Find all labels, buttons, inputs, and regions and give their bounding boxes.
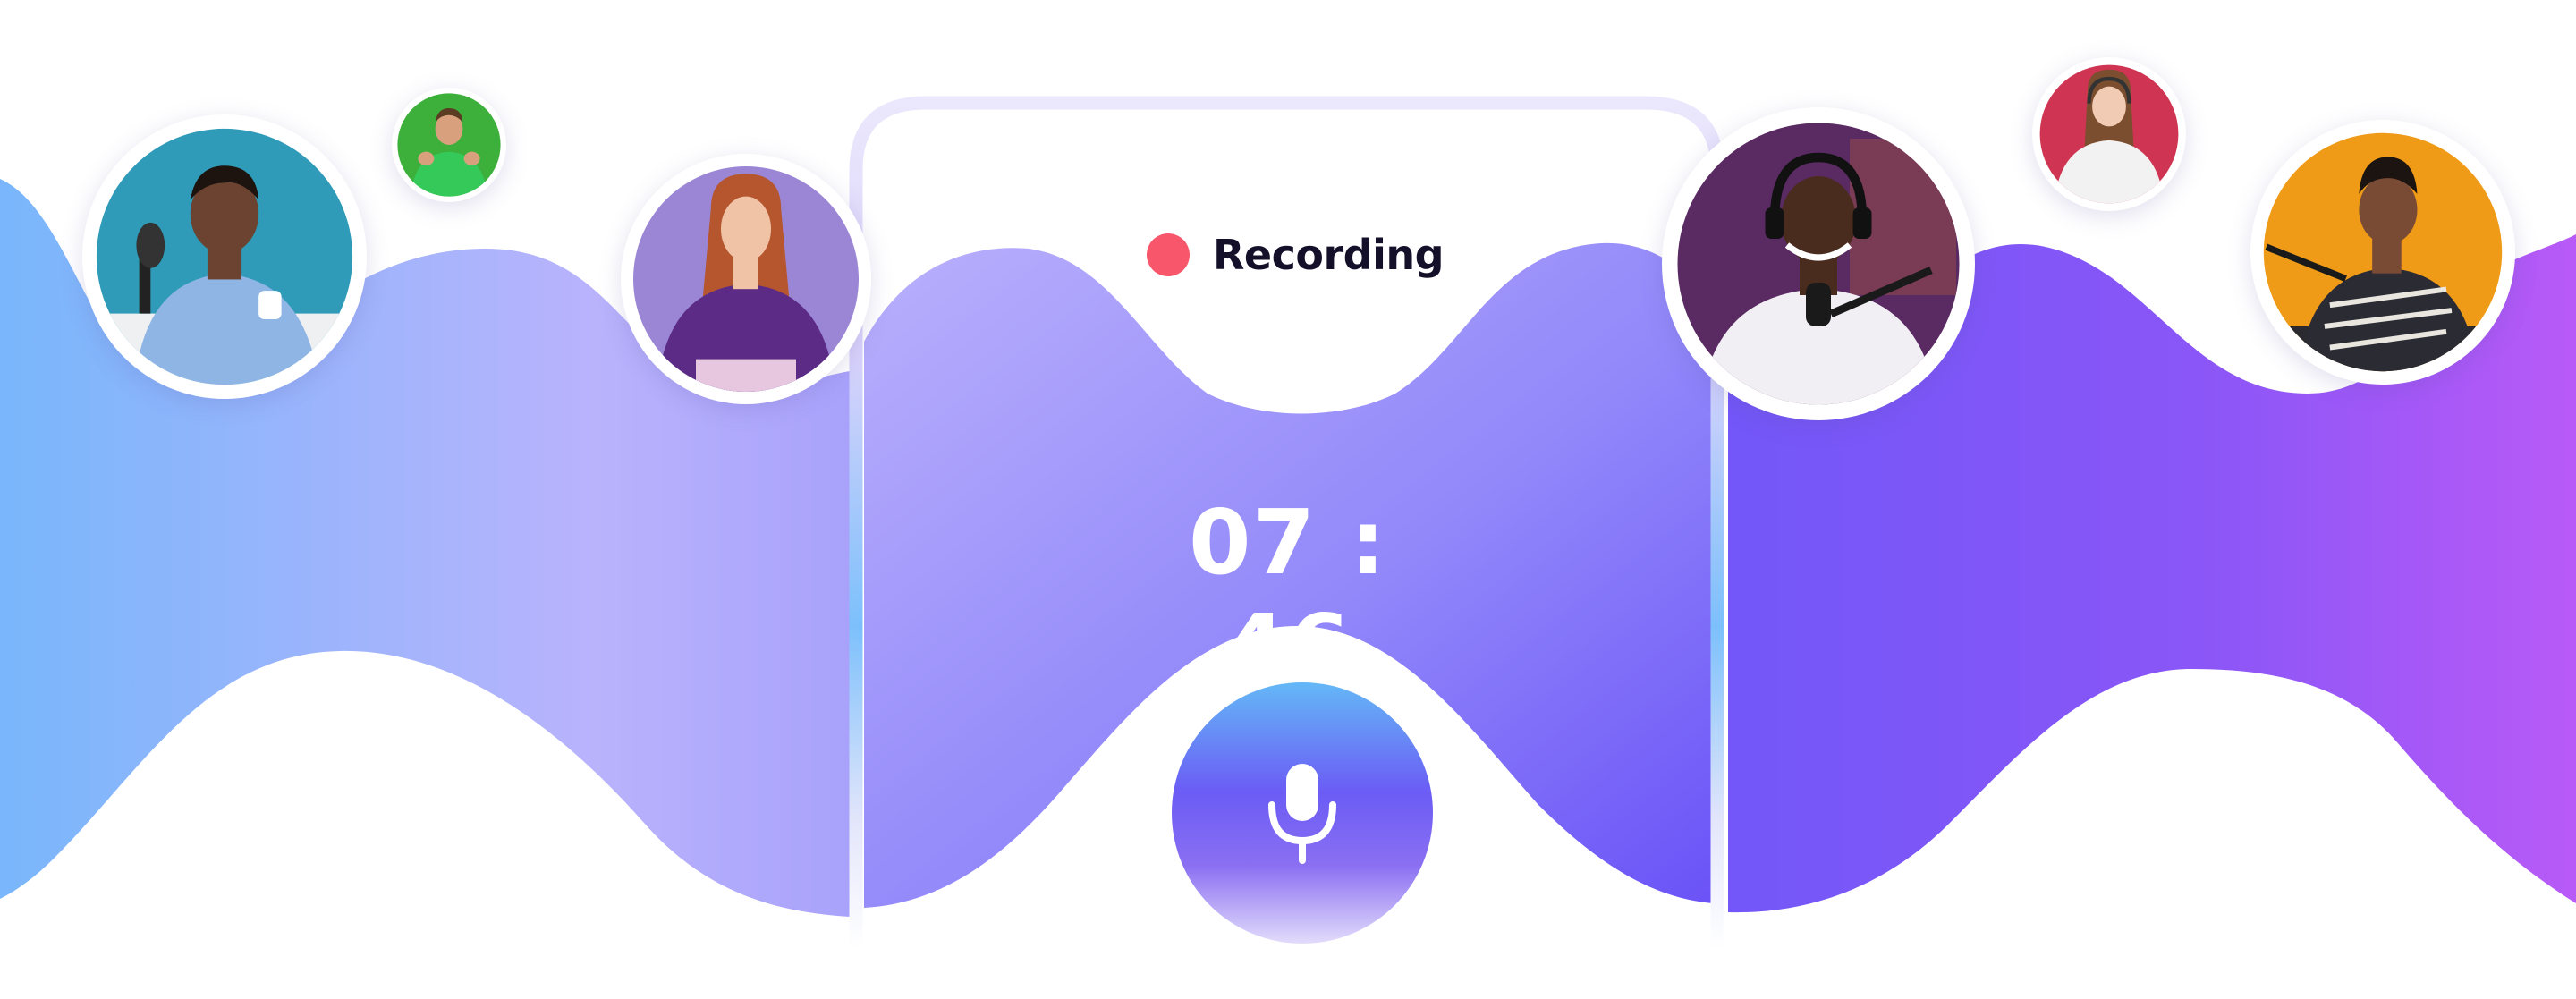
- participant-avatar-red-background[interactable]: [2032, 57, 2186, 211]
- recording-dot-icon: [1147, 233, 1190, 276]
- participant-avatar-podcaster-blue[interactable]: [82, 114, 367, 399]
- microphone-button[interactable]: [1172, 682, 1433, 944]
- recording-status: Recording: [1147, 231, 1445, 279]
- recording-hero: Recording 07 : 46: [0, 0, 2576, 999]
- recording-timer: 07 : 46: [1189, 490, 1387, 699]
- participant-avatar-headphones-host[interactable]: [1662, 107, 1975, 420]
- participant-avatar-green-hoodie[interactable]: [392, 88, 506, 202]
- microphone-icon: [1268, 764, 1336, 864]
- participant-avatar-orange-background[interactable]: [2250, 120, 2515, 385]
- participant-avatar-purple-sweater[interactable]: [621, 154, 871, 404]
- recording-label: Recording: [1213, 231, 1445, 279]
